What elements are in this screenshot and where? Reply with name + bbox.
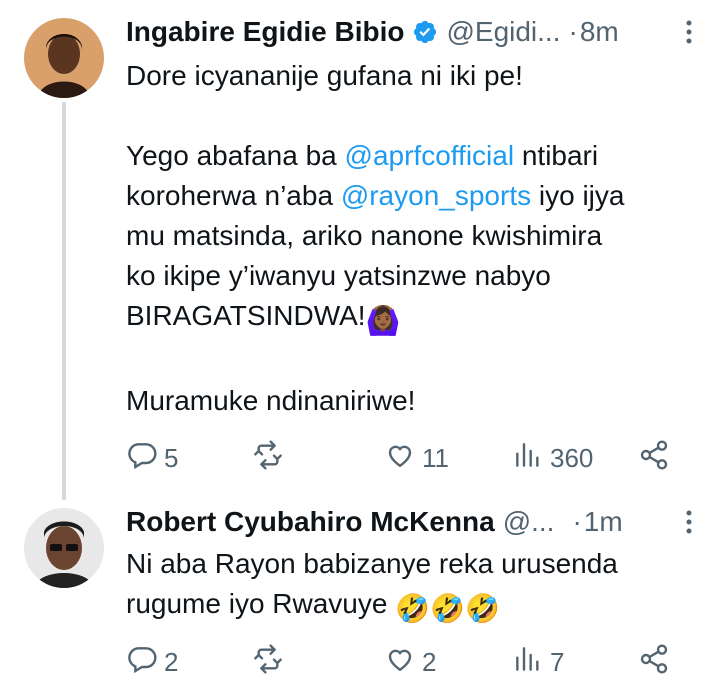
avatar[interactable] (24, 18, 104, 98)
display-name[interactable]: Ingabire Egidie Bibio (126, 16, 404, 48)
share-button[interactable] (638, 438, 670, 478)
views-button[interactable]: 360 (512, 438, 593, 478)
tweet-text-segment: ntibari (514, 140, 599, 171)
retweet-button[interactable] (252, 438, 290, 478)
handle[interactable]: @Egidi... (446, 16, 560, 48)
tweet-text-segment: koroherwa n’aba (126, 180, 341, 211)
views-icon (512, 643, 544, 682)
tweet-actions: 5 11 360 (126, 438, 686, 478)
tweet-text-line: Dore icyananije gufana ni iki pe! (126, 60, 523, 91)
emoji: 🙆🏾‍♀️ (365, 305, 401, 336)
avatar[interactable] (24, 508, 104, 588)
like-count: 2 (422, 646, 437, 677)
mention-link[interactable]: @rayon_sports (341, 180, 531, 211)
views-button[interactable]: 7 (512, 642, 564, 682)
more-icon[interactable] (674, 18, 704, 46)
emoji: 🤣🤣🤣 (395, 593, 500, 624)
tweet-text: Dore icyananije gufana ni iki pe! Yego a… (126, 56, 624, 421)
reply-icon (126, 439, 158, 478)
thread-line (62, 102, 66, 500)
more-icon[interactable] (674, 508, 704, 536)
timestamp[interactable]: 1m (584, 506, 623, 538)
separator-dot: · (568, 16, 578, 47)
views-count: 7 (550, 646, 565, 677)
tweet-text-segment: mu matsinda, ariko nanone kwishimira (126, 220, 603, 251)
tweet-text-line: Ni aba Rayon babizanye reka urusenda (126, 548, 618, 579)
tweet-text-segment: ko ikipe y’iwanyu yatsinzwe nabyo (126, 260, 551, 291)
tweet-text: Ni aba Rayon babizanye reka urusenda rug… (126, 544, 618, 629)
tweet-text-segment: Muramuke ndinaniriwe! (126, 385, 416, 416)
tweet-header: Robert Cyubahiro McKenna @... · 1m (126, 502, 704, 542)
timestamp[interactable]: 8m (580, 16, 619, 48)
tweet-text-line: rugume iyo Rwavuye (126, 588, 396, 619)
reply-icon (126, 643, 158, 682)
heart-icon (384, 643, 416, 682)
views-count: 360 (550, 442, 594, 473)
tweet-header: Ingabire Egidie Bibio @Egidi... · 8m (126, 12, 704, 52)
tweet-text-segment: iyo ijya (531, 180, 625, 211)
like-button[interactable]: 11 (384, 438, 449, 478)
handle[interactable]: @... (503, 506, 555, 538)
tweet[interactable]: Robert Cyubahiro McKenna @... · 1m Ni ab… (0, 490, 720, 695)
retweet-icon (252, 643, 284, 682)
retweet-button[interactable] (252, 642, 290, 682)
heart-icon (384, 439, 416, 478)
share-icon (638, 643, 670, 682)
views-icon (512, 439, 544, 478)
separator-dot: · (572, 506, 582, 537)
tweet-text-segment: BIRAGATSINDWA! (126, 300, 366, 331)
like-button[interactable]: 2 (384, 642, 436, 682)
reply-count: 5 (164, 442, 179, 473)
verified-badge-icon (412, 19, 438, 45)
mention-link[interactable]: @aprfcofficial (345, 140, 515, 171)
display-name[interactable]: Robert Cyubahiro McKenna (126, 506, 495, 538)
share-button[interactable] (638, 642, 670, 682)
reply-button[interactable]: 5 (126, 438, 178, 478)
share-icon (638, 439, 670, 478)
tweet-text-segment: Yego abafana ba (126, 140, 345, 171)
tweet-actions: 2 2 7 (126, 642, 686, 682)
reply-button[interactable]: 2 (126, 642, 178, 682)
tweet[interactable]: Ingabire Egidie Bibio @Egidi... · 8m Dor… (0, 0, 720, 500)
like-count: 11 (422, 442, 449, 473)
reply-count: 2 (164, 646, 179, 677)
retweet-icon (252, 439, 284, 478)
